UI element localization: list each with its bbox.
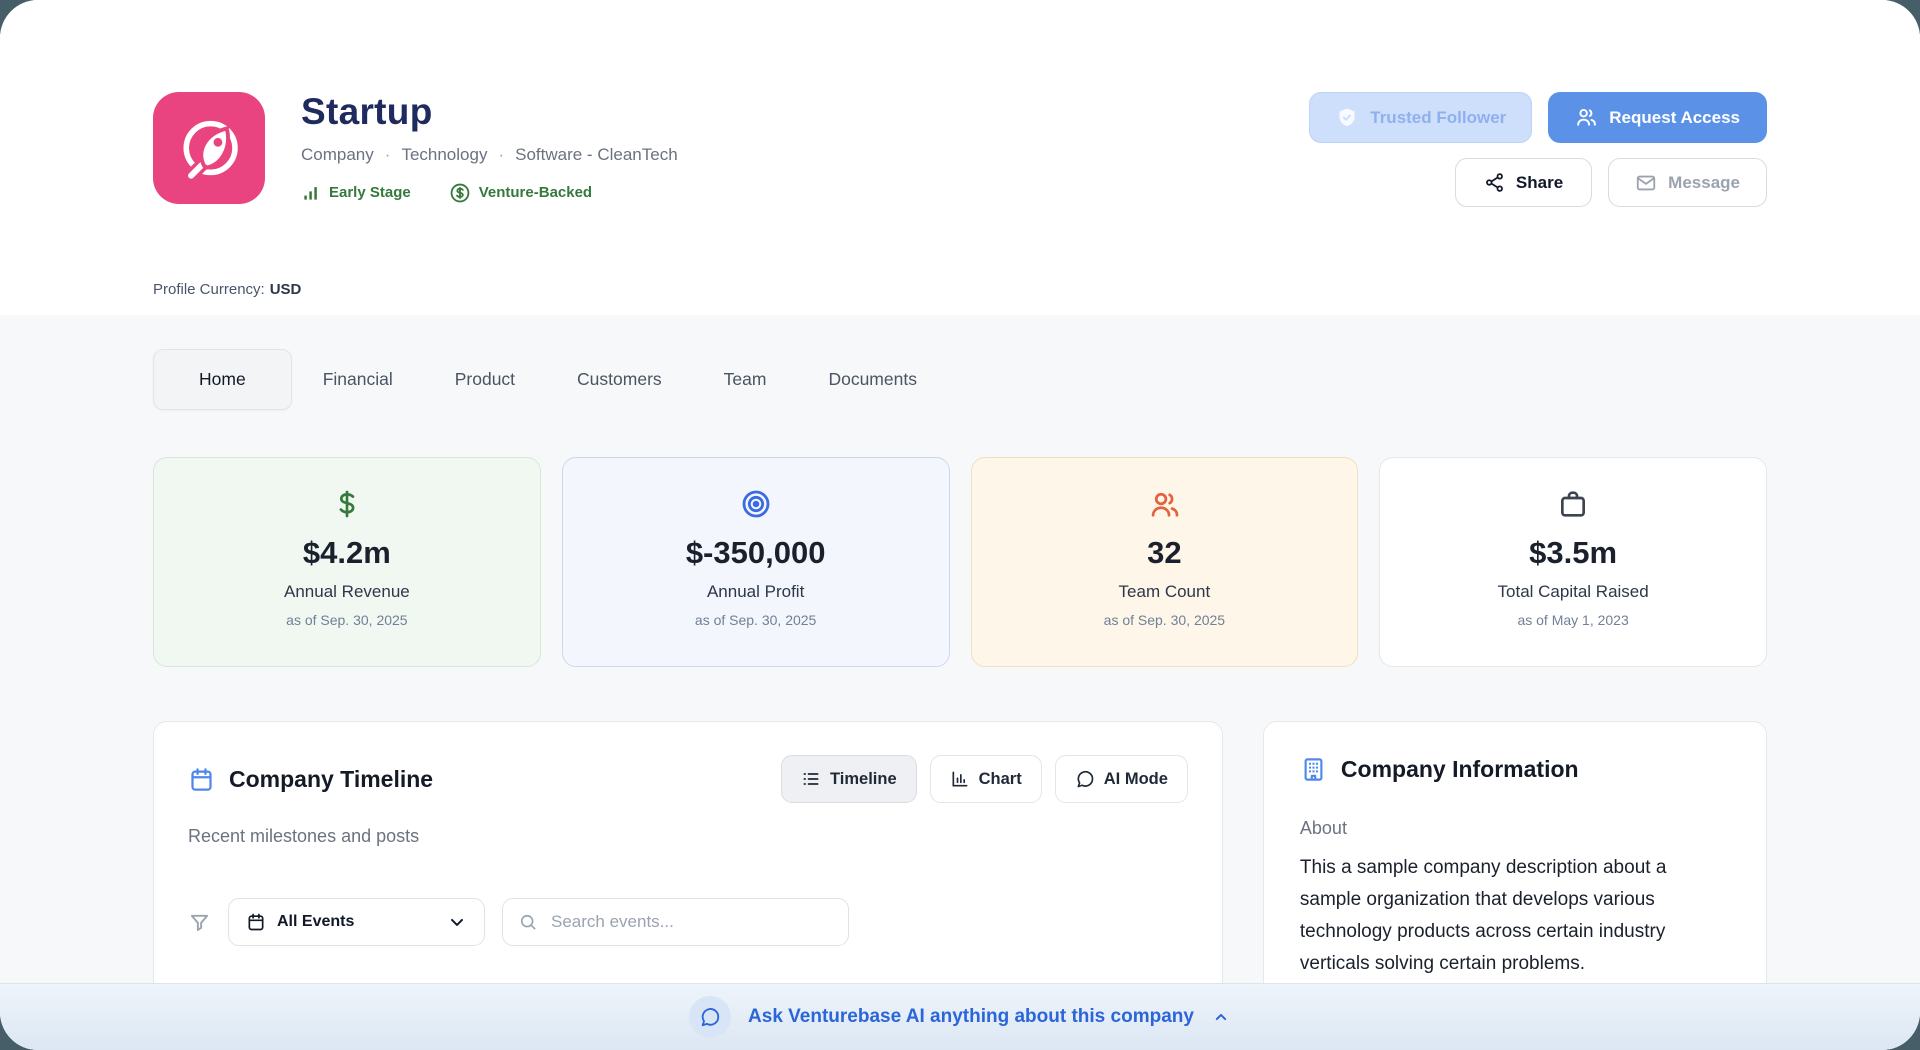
ai-bubble-badge <box>689 996 731 1038</box>
company-profile-page: Startup Company · Technology · Software … <box>0 0 1920 1050</box>
tab-financial[interactable]: Financial <box>292 350 424 409</box>
stat-value: $-350,000 <box>563 535 949 571</box>
message-label: Message <box>1668 173 1740 193</box>
search-events-input[interactable] <box>549 911 833 933</box>
dollar-circle-icon <box>449 182 471 204</box>
stat-as-of: as of May 1, 2023 <box>1380 612 1766 628</box>
stage-badge: Early Stage <box>301 183 411 203</box>
bar-steps-icon <box>301 183 321 203</box>
stat-label: Team Count <box>972 582 1358 602</box>
ask-ai-bar[interactable]: Ask Venturebase AI anything about this c… <box>0 983 1920 1050</box>
timeline-view-switcher: Timeline Chart <box>781 755 1188 803</box>
timeline-title: Company Timeline <box>229 766 433 793</box>
profile-currency-label: Profile Currency: <box>153 281 265 298</box>
chevron-up-icon[interactable] <box>1211 1007 1231 1027</box>
page-title: Startup <box>301 92 678 133</box>
view-button-label: Timeline <box>830 770 897 789</box>
request-access-label: Request Access <box>1609 108 1740 128</box>
stat-value: $4.2m <box>154 535 540 571</box>
stat-label: Annual Revenue <box>154 582 540 602</box>
stat-label: Annual Profit <box>563 582 949 602</box>
info-title-row: Company Information <box>1300 756 1730 783</box>
dot-separator: · <box>385 145 391 165</box>
stat-as-of: as of Sep. 30, 2025 <box>154 612 540 628</box>
stage-badge-label: Early Stage <box>329 184 411 201</box>
search-icon <box>518 912 538 932</box>
profile-currency-value: USD <box>270 281 302 298</box>
search-events-box <box>502 898 849 946</box>
request-access-button[interactable]: Request Access <box>1548 92 1767 143</box>
chat-bubble-icon <box>1075 769 1095 789</box>
about-text: This a sample company description about … <box>1300 852 1730 980</box>
chat-bubble-icon <box>699 1006 721 1028</box>
message-button[interactable]: Message <box>1608 158 1767 207</box>
list-icon <box>801 769 821 789</box>
stat-value: 32 <box>972 535 1358 571</box>
share-icon <box>1484 172 1505 193</box>
share-button[interactable]: Share <box>1455 158 1592 207</box>
calendar-icon <box>246 912 266 932</box>
stat-card-annual-profit: $-350,000 Annual Profit as of Sep. 30, 2… <box>562 457 950 667</box>
tab-home[interactable]: Home <box>153 349 292 410</box>
trusted-follower-label: Trusted Follower <box>1370 108 1506 128</box>
timeline-subtitle: Recent milestones and posts <box>188 826 1188 847</box>
bar-chart-icon <box>950 769 970 789</box>
profile-header: Startup Company · Technology · Software … <box>0 0 1920 315</box>
view-button-chart[interactable]: Chart <box>930 755 1042 803</box>
users-icon <box>1148 488 1181 521</box>
building-icon <box>1300 756 1327 783</box>
company-subtitle: Company · Technology · Software - CleanT… <box>301 145 678 165</box>
timeline-filter-row: All Events <box>188 898 1188 946</box>
info-title: Company Information <box>1341 756 1579 783</box>
stat-label: Total Capital Raised <box>1380 582 1766 602</box>
event-type-dropdown[interactable]: All Events <box>228 898 485 946</box>
tab-product[interactable]: Product <box>424 350 546 409</box>
timeline-title-row: Company Timeline <box>188 766 433 793</box>
target-icon <box>740 488 772 520</box>
industry: Technology <box>401 145 487 165</box>
stat-cards: $4.2m Annual Revenue as of Sep. 30, 2025… <box>153 457 1767 667</box>
tab-documents[interactable]: Documents <box>797 350 948 409</box>
calendar-icon <box>188 766 215 793</box>
main-content: Home Financial Product Customers Team Do… <box>0 315 1920 1050</box>
stat-card-total-capital: $3.5m Total Capital Raised as of May 1, … <box>1379 457 1767 667</box>
stat-value: $3.5m <box>1380 535 1766 571</box>
profile-tabs: Home Financial Product Customers Team Do… <box>153 349 1767 410</box>
chevron-down-icon <box>447 912 467 932</box>
about-label: About <box>1300 818 1730 839</box>
ask-ai-label: Ask Venturebase AI anything about this c… <box>748 1006 1194 1028</box>
mail-icon <box>1635 172 1657 194</box>
view-button-label: AI Mode <box>1104 770 1168 789</box>
shield-check-icon <box>1335 106 1359 130</box>
funding-badge: Venture-Backed <box>449 182 592 204</box>
profile-currency: Profile Currency: USD <box>153 281 1767 298</box>
share-label: Share <box>1516 173 1563 193</box>
briefcase-icon <box>1557 488 1589 520</box>
dollar-icon <box>330 487 364 521</box>
event-type-dropdown-value: All Events <box>277 913 354 931</box>
dot-separator: · <box>498 145 504 165</box>
tab-customers[interactable]: Customers <box>546 350 693 409</box>
view-button-label: Chart <box>979 770 1022 789</box>
funnel-icon[interactable] <box>188 911 211 934</box>
users-icon <box>1575 106 1598 129</box>
funding-badge-label: Venture-Backed <box>479 184 592 201</box>
rocket-icon <box>170 109 248 187</box>
stat-as-of: as of Sep. 30, 2025 <box>972 612 1358 628</box>
entity-type: Company <box>301 145 374 165</box>
stat-as-of: as of Sep. 30, 2025 <box>563 612 949 628</box>
trusted-follower-button[interactable]: Trusted Follower <box>1309 92 1532 143</box>
view-button-ai-mode[interactable]: AI Mode <box>1055 755 1188 803</box>
stat-card-annual-revenue: $4.2m Annual Revenue as of Sep. 30, 2025 <box>153 457 541 667</box>
sector: Software - CleanTech <box>515 145 678 165</box>
view-button-timeline[interactable]: Timeline <box>781 755 917 803</box>
company-logo <box>153 92 265 204</box>
tab-team[interactable]: Team <box>693 350 798 409</box>
stat-card-team-count: 32 Team Count as of Sep. 30, 2025 <box>971 457 1359 667</box>
